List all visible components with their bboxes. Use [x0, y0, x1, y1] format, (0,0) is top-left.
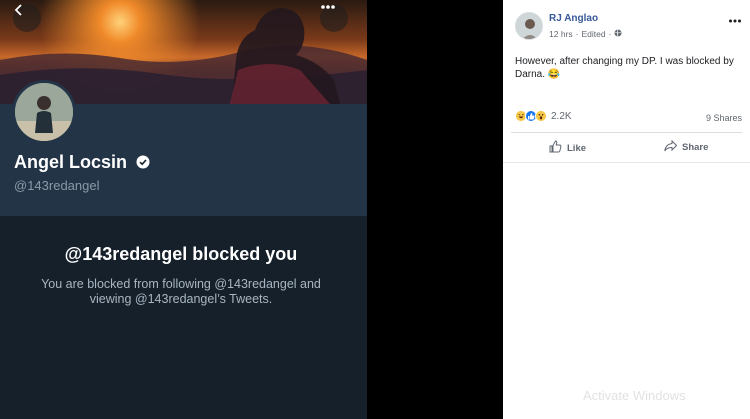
reaction-count[interactable]: 2.2K: [551, 111, 572, 122]
share-arrow-icon: [664, 139, 678, 155]
windows-watermark: Activate Windows: [583, 388, 686, 403]
profile-handle: @143redangel: [14, 178, 100, 193]
reaction-summary[interactable]: 2.2K: [515, 110, 572, 122]
share-count[interactable]: 9 Shares: [706, 113, 742, 123]
back-button[interactable]: [13, 4, 41, 32]
author-avatar[interactable]: [515, 12, 543, 40]
wow-reaction-icon: [535, 110, 547, 122]
post-author[interactable]: RJ Anglao: [549, 13, 598, 24]
post-meta: 12 hrs · Edited ·: [549, 29, 622, 39]
post-time[interactable]: 12 hrs: [549, 29, 573, 39]
blocked-title: @143redangel blocked you: [64, 244, 298, 264]
blocked-description: You are blocked from following @143redan…: [41, 277, 321, 306]
meta-separator: ·: [608, 29, 612, 39]
meta-separator: ·: [575, 29, 579, 39]
edited-label[interactable]: Edited: [581, 29, 605, 39]
divider: [503, 162, 750, 163]
thumbs-up-icon: [549, 140, 562, 156]
share-label: Share: [682, 142, 709, 153]
profile-avatar[interactable]: [12, 80, 76, 144]
like-button[interactable]: Like: [549, 140, 586, 156]
more-options-button[interactable]: [320, 4, 348, 32]
post-text: However, after changing my DP. I was blo…: [515, 56, 734, 80]
divider: [511, 132, 742, 133]
twitter-profile-panel: Angel Locsin @143redangel @143redangel b…: [0, 0, 367, 419]
globe-icon[interactable]: [614, 29, 622, 39]
profile-name: Angel Locsin: [14, 152, 128, 172]
ellipsis-icon[interactable]: [728, 12, 742, 23]
facebook-post: RJ Anglao 12 hrs · Edited · However, aft…: [503, 0, 750, 419]
like-label: Like: [567, 142, 587, 154]
share-button[interactable]: Share: [664, 139, 709, 155]
verified-badge-icon: [136, 155, 150, 174]
